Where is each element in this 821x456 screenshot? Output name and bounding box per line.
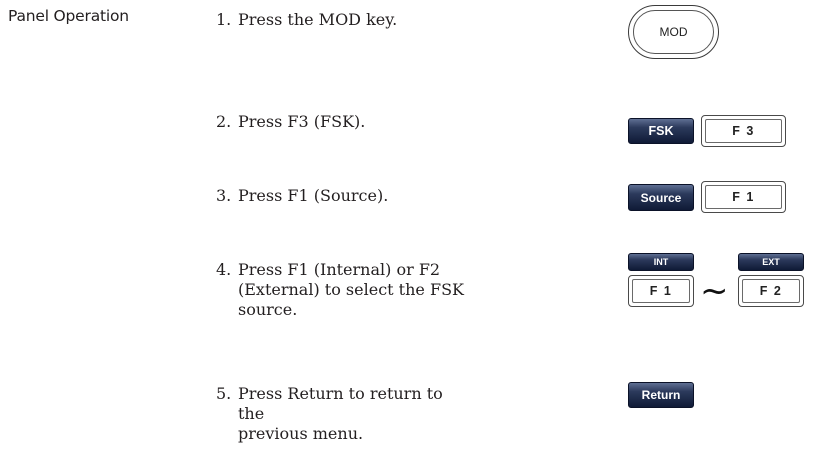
step-number: 2. [216, 112, 232, 131]
mod-key[interactable]: MOD [628, 5, 719, 59]
f1-key-internal-label: F 1 [632, 279, 690, 303]
int-softkey[interactable]: INT [628, 253, 694, 271]
step-text-line: Press the MOD key. [238, 10, 398, 29]
source-softkey[interactable]: Source [628, 184, 694, 211]
mod-key-label: MOD [633, 10, 714, 54]
step-text: Press F1 (Internal) or F2 (External) to … [238, 260, 468, 320]
step-text-line: source. [238, 300, 298, 319]
step-number: 5. [216, 384, 232, 403]
return-softkey[interactable]: Return [628, 382, 694, 408]
f2-key-label: F 2 [742, 279, 800, 303]
f1-key-internal[interactable]: F 1 [628, 275, 694, 307]
step-text: Press the MOD key. [238, 10, 468, 30]
step-text-line: previous menu. [238, 424, 364, 443]
step-number: 1. [216, 10, 232, 29]
step-text-line: Press Return to return to the [238, 384, 443, 423]
step-number: 4. [216, 260, 232, 279]
f1-key-label: F 1 [705, 185, 782, 209]
fsk-softkey[interactable]: FSK [628, 118, 694, 144]
step-text-line: (External) to select the FSK [238, 280, 464, 299]
f3-key-label: F 3 [705, 119, 782, 143]
ext-softkey[interactable]: EXT [738, 253, 804, 271]
tilde-separator: ~ [700, 271, 729, 311]
step-text: Press F3 (FSK). [238, 112, 468, 132]
step-text: Press F1 (Source). [238, 186, 468, 206]
section-label: Panel Operation [8, 7, 129, 25]
f2-key[interactable]: F 2 [738, 275, 804, 307]
step-text: Press Return to return to the previous m… [238, 384, 468, 444]
step-text-line: Press F1 (Internal) or F2 [238, 260, 441, 279]
step-text-line: Press F3 (FSK). [238, 112, 366, 131]
step-text-line: Press F1 (Source). [238, 186, 389, 205]
f3-key[interactable]: F 3 [701, 115, 786, 147]
f1-key[interactable]: F 1 [701, 181, 786, 213]
step-number: 3. [216, 186, 232, 205]
